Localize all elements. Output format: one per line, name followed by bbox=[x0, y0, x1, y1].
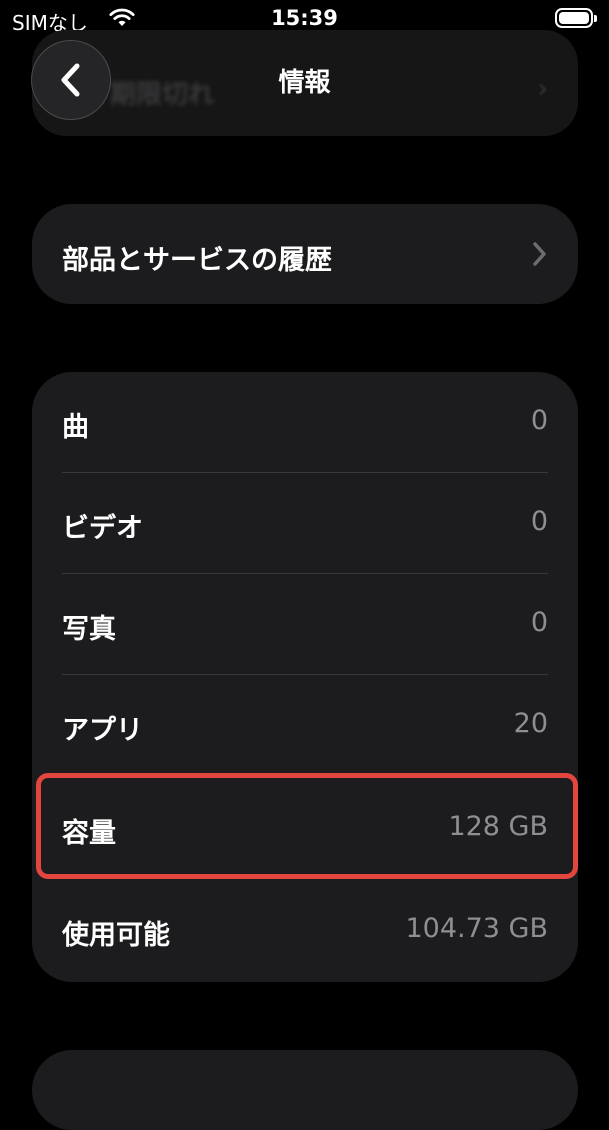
info-label: アプリ bbox=[62, 715, 143, 746]
parts-service-history-label: 部品とサービスの履歴 bbox=[62, 245, 332, 276]
info-label: ビデオ bbox=[62, 513, 143, 544]
back-button[interactable] bbox=[31, 40, 111, 120]
info-value: 0 bbox=[530, 405, 548, 436]
info-value: 0 bbox=[530, 506, 548, 537]
chevron-right-icon bbox=[533, 242, 546, 266]
info-row-available: 使用可能 104.73 GB bbox=[62, 880, 548, 981]
info-value: 20 bbox=[513, 708, 548, 739]
clock: 15:39 bbox=[271, 6, 338, 30]
info-list: 曲 0 ビデオ 0 写真 0 アプリ 20 容量 128 GB 使用可能 104… bbox=[32, 372, 578, 982]
next-section-card bbox=[32, 1050, 578, 1130]
info-label: 曲 bbox=[62, 412, 89, 443]
info-row-apps: アプリ 20 bbox=[62, 675, 548, 776]
info-label: 写真 bbox=[62, 614, 116, 645]
chevron-left-icon bbox=[61, 63, 80, 97]
info-value: 0 bbox=[530, 607, 548, 638]
parts-service-history-row[interactable]: 部品とサービスの履歴 bbox=[32, 204, 578, 304]
info-label: 使用可能 bbox=[62, 920, 170, 951]
info-row-songs: 曲 0 bbox=[62, 372, 548, 473]
info-row-photos: 写真 0 bbox=[62, 574, 548, 675]
info-value: 104.73 GB bbox=[405, 913, 548, 944]
capacity-highlight-box bbox=[36, 773, 578, 879]
info-row-videos: ビデオ 0 bbox=[62, 473, 548, 574]
battery-icon bbox=[555, 8, 597, 28]
